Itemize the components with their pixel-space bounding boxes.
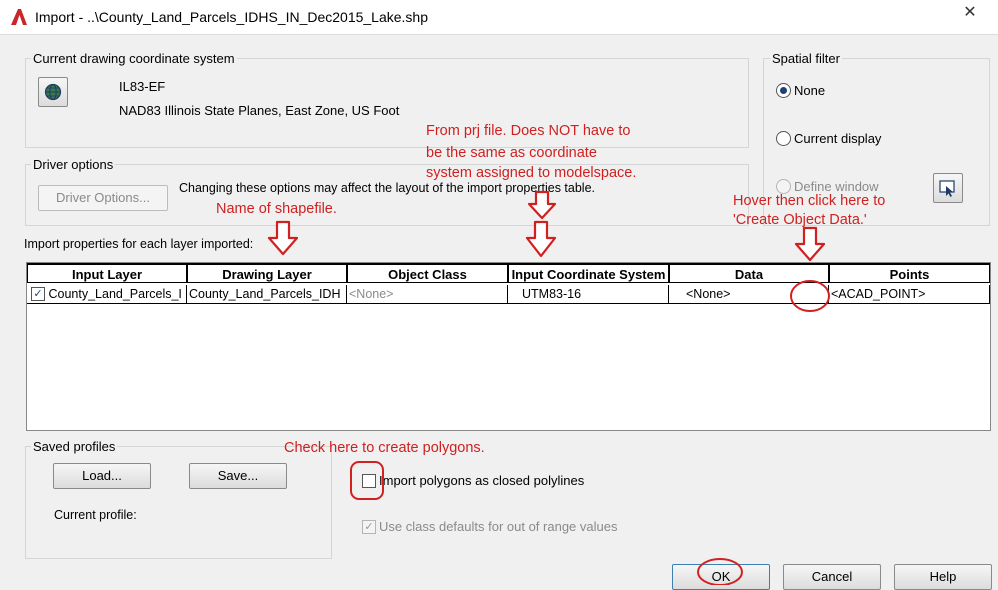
annotation-hover-line-1: Hover then click here to xyxy=(733,193,886,209)
load-profile-button[interactable]: Load... xyxy=(53,463,151,489)
globe-coordinate-icon xyxy=(44,83,62,101)
coordinate-system-description: NAD83 Illinois State Planes, East Zone, … xyxy=(119,103,400,118)
arrow-down-icon xyxy=(267,220,299,256)
spatial-filter-group-label: Spatial filter xyxy=(770,51,842,66)
define-window-pick-icon xyxy=(939,180,955,197)
annotation-shapefile-note: Name of shapefile. xyxy=(216,201,337,217)
spatial-filter-none-radio[interactable] xyxy=(776,83,791,98)
column-header-object-class[interactable]: Object Class xyxy=(347,263,508,283)
driver-options-button[interactable]: Driver Options... xyxy=(38,185,168,211)
column-header-input-layer[interactable]: Input Layer xyxy=(27,263,187,283)
cancel-button[interactable]: Cancel xyxy=(783,564,881,590)
annotation-prj-line-3: system assigned to modelspace. xyxy=(426,165,637,181)
column-header-input-coordinate-system[interactable]: Input Coordinate System xyxy=(508,263,669,283)
column-header-data[interactable]: Data xyxy=(669,263,829,283)
class-defaults-label[interactable]: Use class defaults for out of range valu… xyxy=(379,519,617,534)
define-window-pick-button[interactable] xyxy=(933,173,963,203)
title-bar: Import - ..\County_Land_Parcels_IDHS_IN_… xyxy=(0,0,998,35)
arrow-down-icon xyxy=(525,220,557,258)
arrow-down-icon xyxy=(794,226,826,262)
import-polygons-label[interactable]: Import polygons as closed polylines xyxy=(379,473,584,488)
help-button[interactable]: Help xyxy=(894,564,992,590)
annotation-prj-line-2: be the same as coordinate xyxy=(426,145,597,161)
spatial-filter-current-display-radio[interactable] xyxy=(776,131,791,146)
annotation-hover-note: Hover then click here to 'Create Object … xyxy=(733,192,885,230)
close-button[interactable]: ✕ xyxy=(950,2,990,24)
cell-object-class[interactable]: <None> xyxy=(347,285,508,304)
driver-options-note: Changing these options may affect the la… xyxy=(179,181,595,195)
cell-points[interactable]: <ACAD_POINT> xyxy=(829,285,990,304)
saved-profiles-group-label: Saved profiles xyxy=(31,439,118,454)
spatial-filter-none-label[interactable]: None xyxy=(794,83,825,98)
current-profile-label: Current profile: xyxy=(54,508,137,522)
annotation-prj-note: From prj file. Does NOT have to be the s… xyxy=(426,122,636,183)
cell-data[interactable]: <None> xyxy=(669,285,829,304)
driver-options-group-label: Driver options xyxy=(31,157,116,172)
spatial-filter-current-display-label[interactable]: Current display xyxy=(794,131,881,146)
coordinate-system-group-label: Current drawing coordinate system xyxy=(31,51,237,66)
cell-drawing-layer[interactable]: County_Land_Parcels_IDH xyxy=(187,285,347,304)
import-polygons-checkbox[interactable] xyxy=(362,474,376,488)
annotation-hover-line-2: 'Create Object Data.' xyxy=(733,212,867,228)
cell-input-layer-text: County_Land_Parcels_I xyxy=(48,287,182,301)
autocad-a-icon xyxy=(11,9,27,25)
annotation-polygons-note: Check here to create polygons. xyxy=(284,440,485,456)
coordinate-system-button[interactable] xyxy=(38,77,68,107)
column-header-drawing-layer[interactable]: Drawing Layer xyxy=(187,263,347,283)
save-profile-button[interactable]: Save... xyxy=(189,463,287,489)
cell-input-coordinate-system[interactable]: UTM83-16 xyxy=(508,285,669,304)
layer-import-checkbox[interactable]: ✓ xyxy=(31,286,45,301)
close-icon: ✕ xyxy=(963,4,977,21)
window-title: Import - ..\County_Land_Parcels_IDHS_IN_… xyxy=(35,9,428,25)
import-properties-label: Import properties for each layer importe… xyxy=(24,237,254,251)
ok-button[interactable]: OK xyxy=(672,564,770,590)
import-properties-table: Input Layer Drawing Layer Object Class I… xyxy=(26,262,991,431)
annotation-prj-line-1: From prj file. Does NOT have to xyxy=(426,123,631,139)
cell-input-layer[interactable]: ✓ County_Land_Parcels_I xyxy=(27,285,187,304)
coordinate-system-code: IL83-EF xyxy=(119,79,166,94)
column-header-points[interactable]: Points xyxy=(829,263,990,283)
class-defaults-checkbox[interactable]: ✓ xyxy=(362,520,376,534)
